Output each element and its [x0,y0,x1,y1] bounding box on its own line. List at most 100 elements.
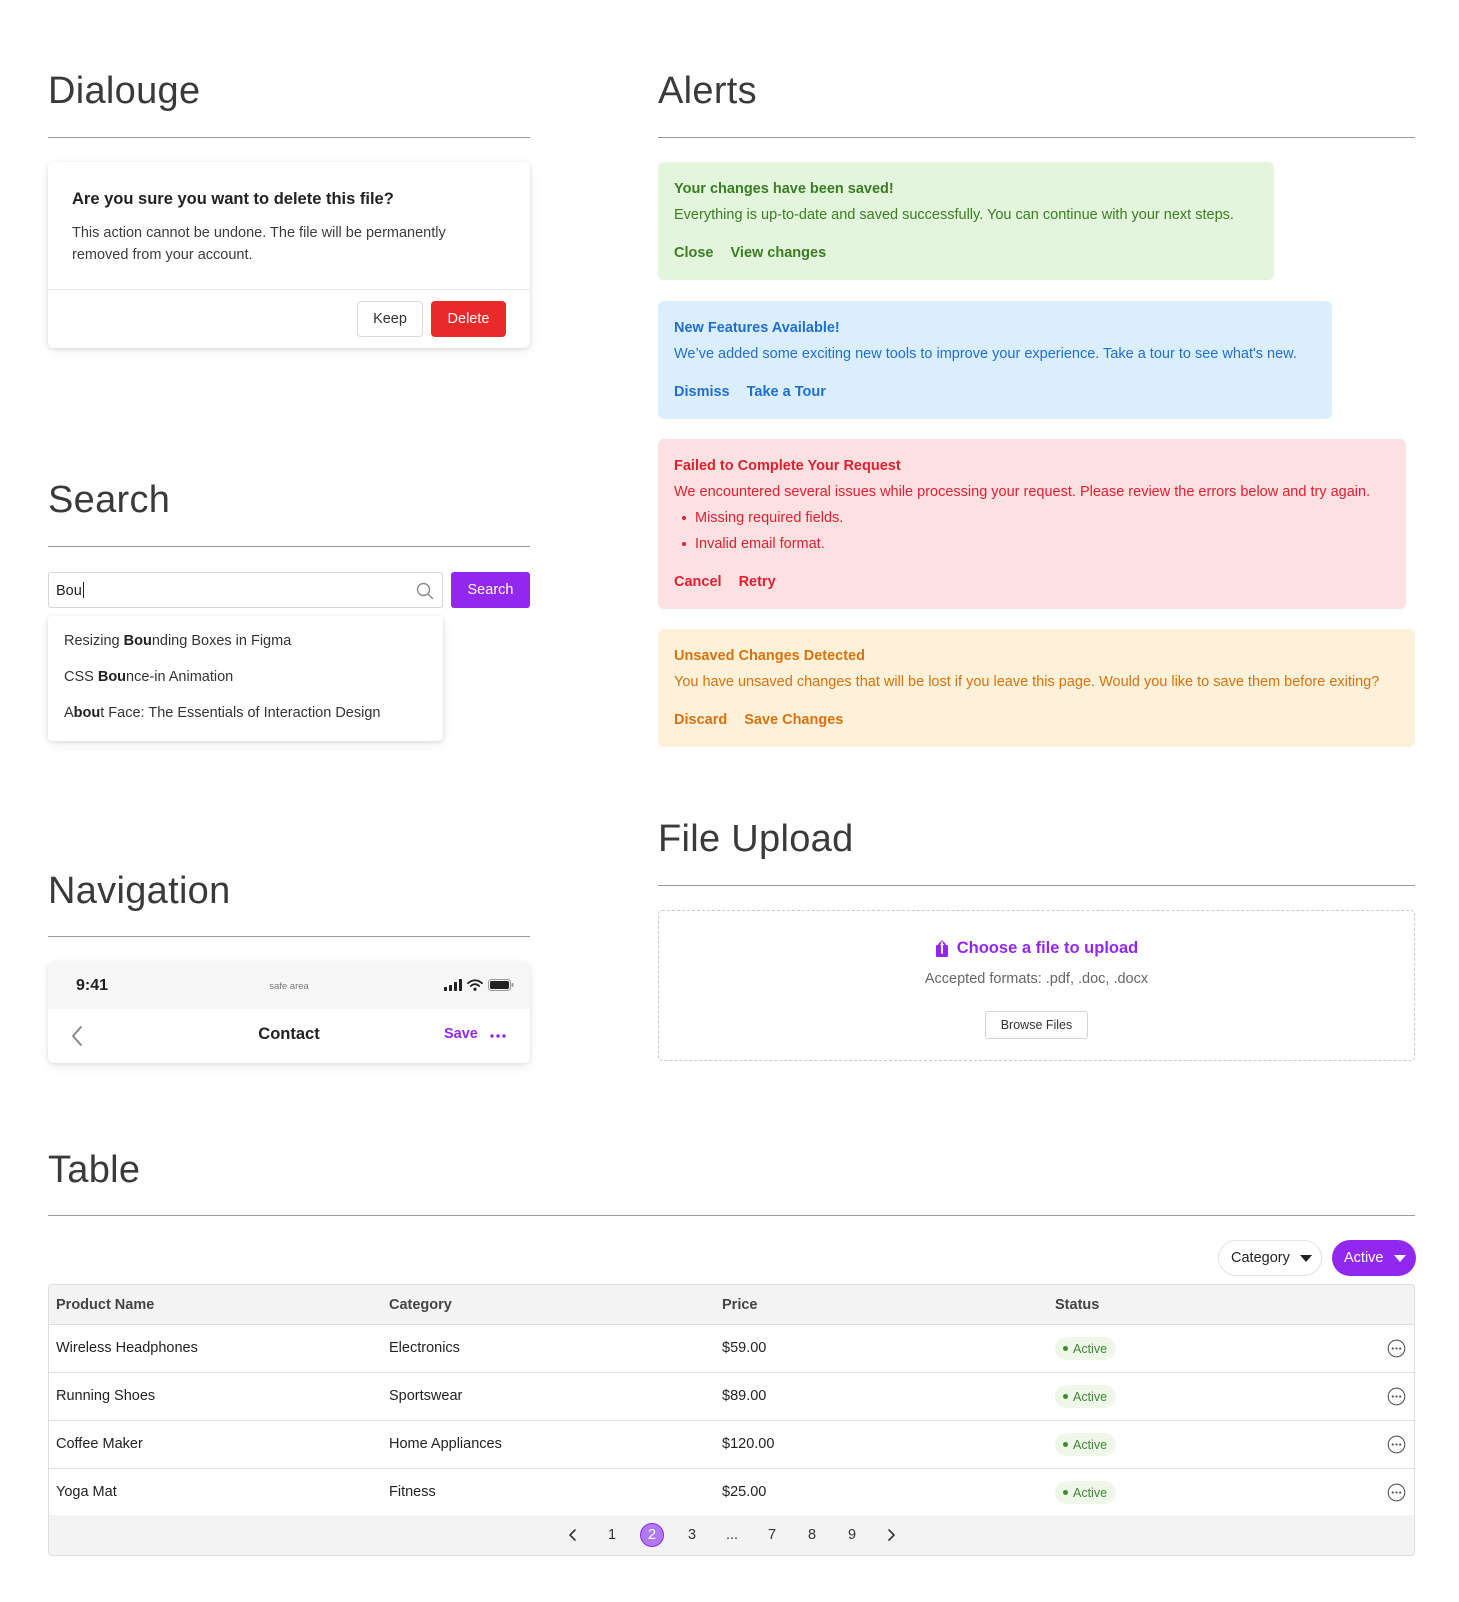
row-actions-icon[interactable] [1387,1483,1406,1502]
cell-category: Electronics [389,1340,460,1356]
wifi-icon [467,979,483,991]
alert-error-list: Missing required fields. Invalid email f… [682,505,843,557]
alert-actions: Cancel Retry [674,574,776,590]
text-caret [82,582,84,598]
table-header: Product Name Category Price Status [49,1285,1414,1325]
suggestion-item[interactable]: CSS Bounce-in Animation [64,669,233,685]
alert-actions: Dismiss Take a Tour [674,384,826,400]
browse-files-button[interactable]: Browse Files [985,1011,1088,1039]
alert-retry-button[interactable]: Retry [739,574,776,590]
category-filter-dropdown[interactable]: Category [1218,1240,1322,1276]
alerts-section-title: Alerts [658,70,757,112]
caret-down-icon [1299,1254,1312,1262]
keep-button[interactable]: Keep [357,301,423,337]
table-section-divider [48,1215,1415,1216]
search-section-title: Search [48,479,171,521]
row-actions-icon[interactable] [1387,1387,1406,1406]
cell-price: $59.00 [722,1340,767,1356]
pagination-page[interactable]: 3 [680,1523,704,1547]
alert-title: Your changes have been saved! [674,181,894,197]
table-section-title: Table [48,1149,141,1191]
file-upload-dropzone[interactable]: Choose a file to upload Accepted formats… [658,910,1415,1061]
pagination-page[interactable]: 9 [840,1523,864,1547]
alert-message: You have unsaved changes that will be lo… [674,674,1380,690]
status-badge: Active [1055,1481,1117,1504]
search-suggestions: Resizing Bounding Boxes in Figma CSS Bou… [48,616,443,741]
table-row[interactable]: Coffee Maker Home Appliances $120.00 Act… [49,1421,1414,1469]
status-filter-dropdown[interactable]: Active [1332,1240,1416,1276]
info-alert: New Features Available! We’ve added some… [658,301,1332,419]
suggestion-item[interactable]: Resizing Bounding Boxes in Figma [64,633,291,649]
more-horizontal-icon[interactable] [488,1028,508,1044]
alert-close-button[interactable]: Close [674,245,714,261]
status-dot [1063,1442,1068,1447]
pagination-page-current[interactable]: 2 [640,1523,664,1547]
cell-price: $25.00 [722,1484,767,1500]
search-section-divider [48,546,530,547]
status-badge: Active [1055,1433,1117,1456]
alerts-section-divider [658,137,1415,138]
warning-alert: Unsaved Changes Detected You have unsave… [658,629,1415,747]
alert-cancel-button[interactable]: Cancel [674,574,722,590]
pagination-page[interactable]: 1 [600,1523,624,1547]
column-header-price: Price [722,1297,758,1313]
upload-title: Choose a file to upload [956,939,1139,957]
search-icon [416,582,434,600]
alert-title: Failed to Complete Your Request [674,458,901,474]
choose-file-link[interactable]: Choose a file to upload [659,939,1414,958]
alert-take-tour-button[interactable]: Take a Tour [747,384,826,400]
suggestion-item[interactable]: About Face: The Essentials of Interactio… [64,705,380,721]
upload-icon [935,939,948,957]
dialog-divider [48,289,530,290]
dialog-section-title: Dialouge [48,70,201,112]
delete-button[interactable]: Delete [431,301,506,337]
table-row[interactable]: Running Shoes Sportswear $89.00 Active [49,1373,1414,1421]
pagination-page[interactable]: 7 [760,1523,784,1547]
cell-product-name: Wireless Headphones [56,1340,198,1356]
navigation-section-title: Navigation [48,870,231,912]
error-alert: Failed to Complete Your Request We encou… [658,439,1406,609]
dialog-title: Are you sure you want to delete this fil… [72,190,394,208]
alert-title: New Features Available! [674,320,840,336]
accepted-formats: Accepted formats: .pdf, .doc, .docx [924,971,1149,987]
cell-category: Fitness [389,1484,436,1500]
system-icons [444,976,514,994]
file-upload-section-divider [658,885,1415,886]
category-filter-label: Category [1231,1250,1290,1266]
search-input-value: Bou [56,582,84,599]
mobile-nav-bar: 9:41 safe area Contact Save [48,962,530,1063]
status-filter-label: Active [1344,1250,1384,1266]
search-input[interactable]: Bou [48,572,443,608]
alert-message: Everything is up-to-date and saved succe… [674,207,1234,223]
cell-price: $89.00 [722,1388,767,1404]
alert-message: We’ve added some exciting new tools to i… [674,346,1297,362]
pagination-prev-icon[interactable] [561,1523,585,1547]
row-actions-icon[interactable] [1387,1435,1406,1454]
status-dot [1063,1346,1068,1351]
nav-save-button[interactable]: Save [444,1026,478,1042]
dialog-message: This action cannot be undone. The file w… [72,225,446,263]
alert-dismiss-button[interactable]: Dismiss [674,384,730,400]
table-row[interactable]: Yoga Mat Fitness $25.00 Active [49,1469,1414,1517]
products-table: Product Name Category Price Status Wirel… [48,1284,1415,1556]
pagination-ellipsis: ... [725,1527,739,1543]
cell-product-name: Coffee Maker [56,1436,143,1452]
alert-save-changes-button[interactable]: Save Changes [744,712,843,728]
caret-down-icon [1393,1254,1406,1262]
alert-discard-button[interactable]: Discard [674,712,727,728]
file-upload-section-title: File Upload [658,818,854,860]
pagination-page[interactable]: 8 [800,1523,824,1547]
status-badge: Active [1055,1337,1117,1360]
status-dot [1063,1394,1068,1399]
success-alert: Your changes have been saved! Everything… [658,162,1274,280]
alert-view-changes-button[interactable]: View changes [731,245,827,261]
navigation-section-divider [48,936,530,937]
pagination-next-icon[interactable] [879,1523,903,1547]
alert-title: Unsaved Changes Detected [674,648,865,664]
table-pagination: 1 2 3 ... 7 8 9 [49,1515,1414,1555]
row-actions-icon[interactable] [1387,1339,1406,1358]
table-row[interactable]: Wireless Headphones Electronics $59.00 A… [49,1325,1414,1373]
search-button[interactable]: Search [451,572,530,608]
status-dot [1063,1490,1068,1495]
delete-file-dialog: Are you sure you want to delete this fil… [48,162,530,348]
